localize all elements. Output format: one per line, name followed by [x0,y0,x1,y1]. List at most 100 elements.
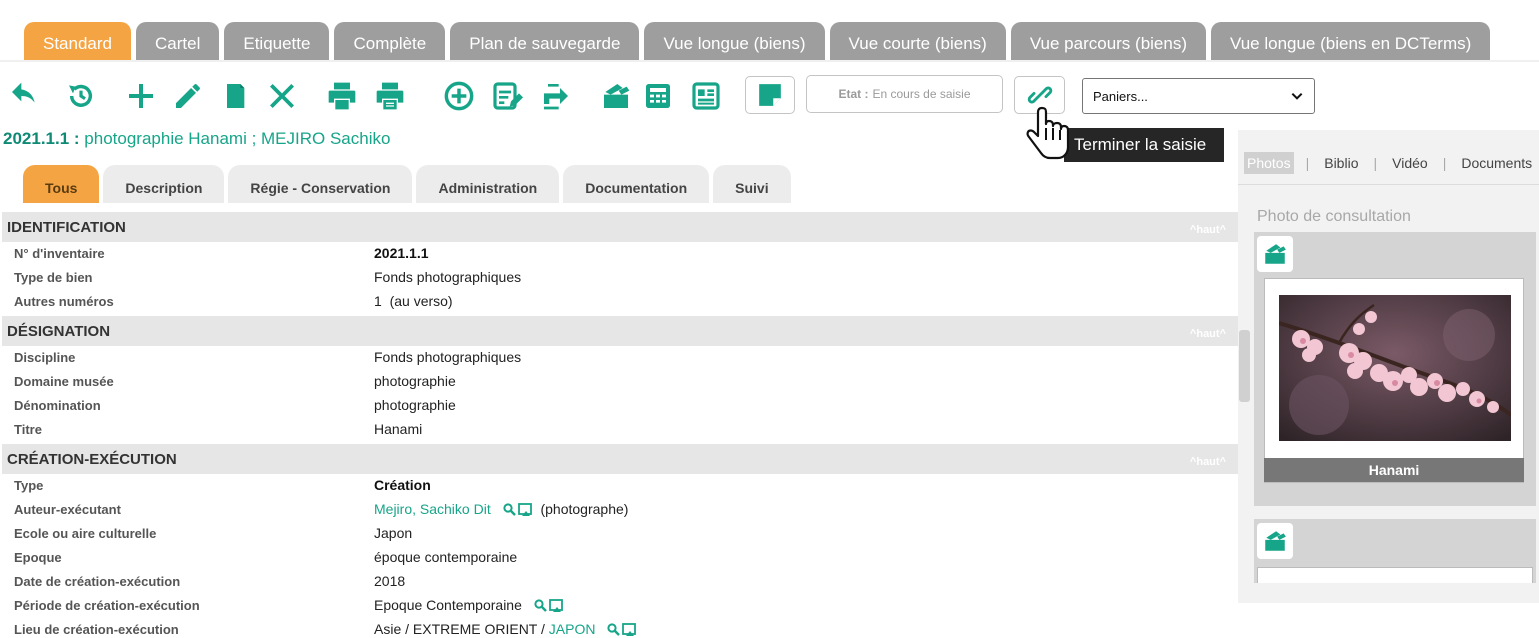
view-tab-vue-longue[interactable]: Vue longue (biens) [644,22,825,62]
tab-photos[interactable]: Photos [1244,152,1294,174]
add-icon[interactable] [123,78,159,114]
field-value: 2021.1.1 [374,245,429,261]
field-row: Période de création-exécution Epoque Con… [2,594,1238,618]
calculator-icon[interactable] [640,78,676,114]
print-icon[interactable] [324,78,360,114]
field-value: 2018 [374,573,406,589]
tab-tous[interactable]: Tous [23,165,100,203]
edit-list-icon[interactable] [489,78,525,114]
field-row: Discipline Fonds photographiques [2,346,1238,370]
edit-pencil-icon[interactable] [170,78,206,114]
field-label: Lieu de création-exécution [14,622,179,637]
field-value: Epoque Contemporaine [374,597,522,613]
field-label: Auteur-exécutant [14,502,121,517]
media-panel: Photos | Biblio | Vidéo | Documents Phot… [1238,130,1539,603]
tab-documentation[interactable]: Documentation [563,165,710,203]
search-link-icon[interactable] [534,599,564,613]
field-label: Titre [14,422,42,437]
section-header-designation: DÉSIGNATION ^haut^ [2,316,1238,346]
photo-card [1254,519,1536,583]
tab-video[interactable]: Vidéo [1389,152,1431,174]
field-label: Ecole ou aire culturelle [14,526,157,541]
field-value-group: Mejiro, Sachiko Dit (photographe) [374,501,628,517]
tab-separator: | [1305,155,1310,171]
tab-separator: | [1442,155,1447,171]
delete-x-icon[interactable] [264,78,300,114]
field-row: Titre Hanami [2,418,1238,442]
panel-divider [1238,184,1539,185]
copy-icon[interactable] [217,78,253,114]
author-link[interactable]: Mejiro, Sachiko Dit [374,501,491,517]
field-value: Fonds photographiques [374,349,522,365]
print-list-icon[interactable] [372,78,408,114]
transfer-icon[interactable] [538,78,574,114]
panel-resize-handle[interactable] [1239,330,1250,402]
media-tabs: Photos | Biblio | Vidéo | Documents [1244,152,1535,174]
field-label: Date de création-exécution [14,574,181,589]
view-tab-etiquette[interactable]: Etiquette [224,22,330,62]
tab-description[interactable]: Description [103,165,225,203]
history-icon[interactable] [63,78,99,114]
basket-box-icon[interactable] [598,78,634,114]
field-row: Date de création-exécution 2018 [2,570,1238,594]
section-title: CRÉATION-EXÉCUTION [7,451,177,468]
field-value-group: Asie / EXTREME ORIENT / JAPON [374,621,641,637]
search-link-icon[interactable] [607,623,637,637]
basket-box-icon[interactable] [1257,523,1293,559]
section-tabs: Tous Description Régie - Conservation Ad… [23,165,795,203]
tab-biblio[interactable]: Biblio [1321,152,1361,174]
view-tab-vue-parcours[interactable]: Vue parcours (biens) [1010,22,1206,62]
chevron-down-icon [1291,92,1303,100]
field-label: Epoque [14,550,62,565]
field-value: 1 (au verso) [374,293,453,309]
field-label: N° d'inventaire [14,246,105,261]
section-header-creation: CRÉATION-EXÉCUTION ^haut^ [2,444,1238,474]
record-number: 2021.1.1 : [3,129,80,148]
record-title: 2021.1.1 : photographie Hanami ; MEJIRO … [3,129,390,149]
view-tab-vue-courte[interactable]: Vue courte (biens) [829,22,1006,62]
view-tabs: Standard Cartel Etiquette Complète Plan … [24,22,1495,62]
view-tab-plan-sauvegarde[interactable]: Plan de sauvegarde [450,22,640,62]
paniers-select[interactable]: Paniers... [1082,78,1315,114]
japon-link[interactable]: JAPON [549,621,596,637]
field-value: Hanami [374,421,423,437]
photo-caption: Hanami [1264,458,1524,482]
field-row: Autres numéros 1 (au verso) [2,290,1238,314]
field-label: Type [14,478,44,493]
photo-frame[interactable] [1264,278,1524,483]
photo-frame[interactable] [1257,567,1533,583]
field-value: Japon [374,525,413,541]
etat-field: Etat : En cours de saisie [806,75,1003,113]
photo-section-label: Photo de consultation [1257,208,1411,225]
basket-box-icon[interactable] [1257,236,1293,272]
view-tab-standard[interactable]: Standard [24,22,131,62]
paniers-value: Paniers... [1093,88,1148,104]
field-row: Auteur-exécutant Mejiro, Sachiko Dit (ph… [2,498,1238,522]
search-link-icon[interactable] [502,503,533,517]
field-row: N° d'inventaire 2021.1.1 [2,242,1238,266]
field-label: Dénomination [14,398,101,413]
field-value-group: Epoque Contemporaine [374,597,568,613]
add-circle-icon[interactable] [441,78,477,114]
sticky-note-button[interactable] [745,76,795,114]
section-title: DÉSIGNATION [7,323,111,340]
toolbar: Etat : En cours de saisie Paniers... [0,72,1330,120]
field-label: Discipline [14,350,76,365]
author-role: (photographe) [540,501,629,517]
field-row: Type Création [2,474,1238,498]
tab-administration[interactable]: Administration [416,165,560,203]
hand-cursor-icon [1026,106,1070,160]
tab-documents[interactable]: Documents [1458,152,1535,174]
view-tab-cartel[interactable]: Cartel [136,22,220,62]
newspaper-icon[interactable] [688,78,724,114]
view-tab-vue-longue-dcterms[interactable]: Vue longue (biens en DCTerms) [1211,22,1491,62]
field-label: Domaine musée [14,374,114,389]
undo-icon[interactable] [6,78,42,114]
field-value: Création [374,477,431,493]
tab-separator: | [1373,155,1378,171]
field-value: Fonds photographiques [374,269,522,285]
view-tab-complete[interactable]: Complète [334,22,446,62]
field-row: Domaine musée photographie [2,370,1238,394]
tab-regie-conservation[interactable]: Régie - Conservation [228,165,413,203]
tab-suivi[interactable]: Suivi [713,165,791,203]
